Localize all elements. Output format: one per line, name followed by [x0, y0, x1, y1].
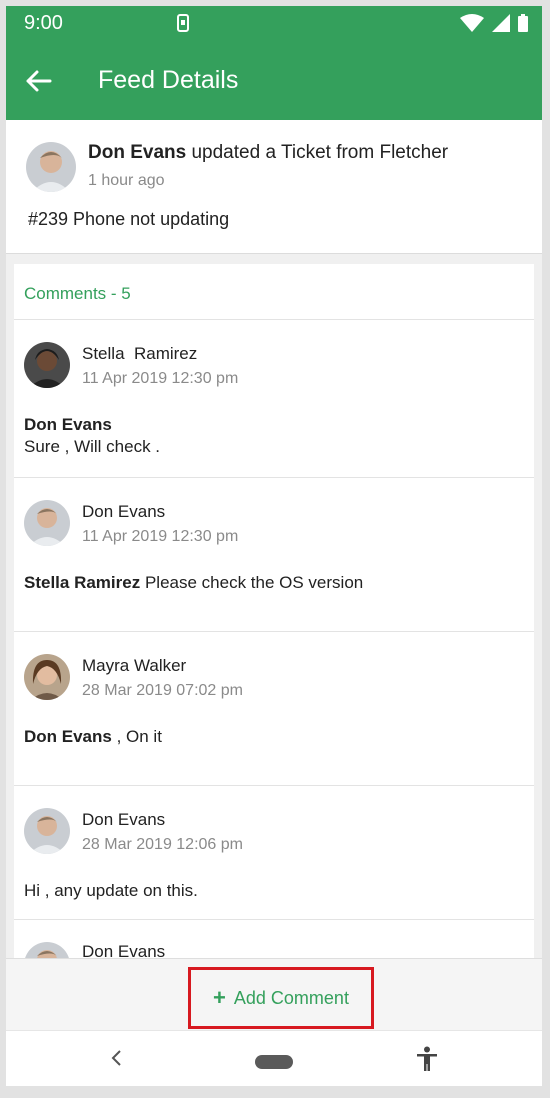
- avatar: [24, 342, 70, 388]
- feed-card: Don Evans updated a Ticket from Fletcher…: [6, 120, 542, 254]
- comment-body: Hi , any update on this.: [24, 881, 198, 900]
- signal-icon: [492, 14, 510, 37]
- nav-home-button[interactable]: [255, 1055, 293, 1069]
- feed-headline: Don Evans updated a Ticket from Fletcher: [88, 142, 448, 164]
- nav-back-icon[interactable]: [110, 1049, 122, 1072]
- status-time: 9:00: [24, 12, 63, 34]
- feed-time: 1 hour ago: [88, 172, 165, 189]
- comment-date: 11 Apr 2019 12:30 pm: [82, 528, 239, 545]
- comment-author: Mayra Walker: [82, 656, 187, 675]
- comment-text: Stella Ramirez Please check the OS versi…: [24, 572, 363, 594]
- avatar: [24, 500, 70, 546]
- comment-body: Please check the OS version: [140, 573, 364, 592]
- comment-mention: Stella Ramirez: [24, 573, 141, 592]
- comment-item: Don Evans 11 Apr 2019 12:30 pm Stella Ra…: [14, 478, 534, 632]
- comments-list[interactable]: Comments - 5 Stella Ramirez 11 Apr 2019 …: [14, 264, 534, 958]
- app-bar: Feed Details: [6, 42, 542, 120]
- avatar: [24, 942, 70, 958]
- comments-header: Comments - 5: [14, 264, 534, 320]
- comment-mention: Don Evans: [24, 727, 112, 746]
- phone-icon: [176, 14, 190, 37]
- comment-author: Stella Ramirez: [82, 344, 198, 363]
- avatar: [24, 654, 70, 700]
- add-comment-button[interactable]: + Add Comment: [188, 967, 374, 1029]
- comment-date: 11 Apr 2019 12:30 pm: [82, 370, 239, 387]
- comment-item: Stella Ramirez 11 Apr 2019 12:30 pm Don …: [14, 320, 534, 478]
- page-title: Feed Details: [98, 66, 239, 94]
- comment-item: Don Evans: [14, 920, 534, 958]
- wifi-icon: [460, 14, 484, 37]
- status-icons: [460, 14, 528, 37]
- back-arrow-icon[interactable]: [24, 66, 54, 96]
- avatar: [26, 142, 76, 192]
- phone-screen: 9:00 Feed Details Don Evans updated a Ti…: [6, 6, 542, 1086]
- comment-item: Mayra Walker 28 Mar 2019 07:02 pm Don Ev…: [14, 632, 534, 786]
- avatar: [24, 808, 70, 854]
- comment-text: Don Evans , On it: [24, 726, 162, 748]
- comment-author: Don Evans: [82, 810, 166, 829]
- status-bar: 9:00: [6, 6, 542, 42]
- battery-icon: [518, 14, 528, 37]
- add-comment-label: Add Comment: [233, 987, 349, 1008]
- comment-body: , On it: [111, 727, 162, 746]
- system-nav-bar: [6, 1030, 542, 1086]
- feed-action: updated a Ticket from Fletcher: [186, 142, 449, 163]
- add-comment-bar: + Add Comment: [6, 958, 542, 1030]
- feed-author: Don Evans: [88, 142, 187, 163]
- comment-mention: Don Evans: [24, 415, 112, 434]
- accessibility-icon[interactable]: [416, 1046, 438, 1077]
- comment-author: Don Evans: [82, 502, 166, 521]
- comment-date: 28 Mar 2019 07:02 pm: [82, 682, 243, 699]
- comment-text: Don Evans Sure , Will check .: [24, 414, 160, 458]
- comment-text: Hi , any update on this.: [24, 880, 198, 902]
- comment-author: Don Evans: [82, 942, 166, 958]
- feed-body: #239 Phone not updating: [28, 209, 230, 229]
- comment-item: Don Evans 28 Mar 2019 12:06 pm Hi , any …: [14, 786, 534, 920]
- plus-icon: +: [213, 985, 226, 1010]
- comment-body: Sure , Will check .: [24, 437, 161, 456]
- comment-date: 28 Mar 2019 12:06 pm: [82, 836, 243, 853]
